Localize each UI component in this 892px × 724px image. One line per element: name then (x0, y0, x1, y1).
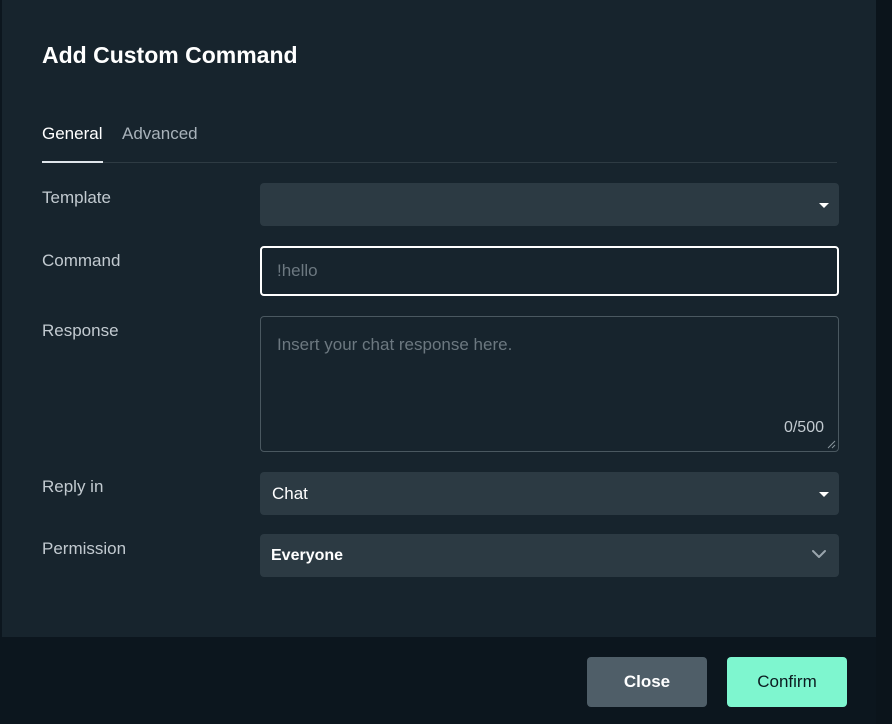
caret-down-icon (819, 492, 829, 497)
response-textarea[interactable] (261, 317, 838, 451)
reply-in-label: Reply in (42, 477, 104, 496)
tab-advanced[interactable]: Advanced (122, 124, 198, 144)
dialog-title: Add Custom Command (42, 42, 298, 68)
response-label: Response (42, 321, 119, 340)
add-command-dialog: Add Custom Command General Advanced Temp… (2, 0, 876, 724)
response-field: 0/500 (260, 316, 839, 452)
command-label: Command (42, 251, 121, 270)
reply-in-select[interactable]: Chat (260, 472, 839, 515)
permission-select[interactable]: Everyone (260, 534, 839, 577)
command-input[interactable] (260, 246, 839, 296)
resize-handle-icon[interactable] (827, 440, 836, 449)
permission-label: Permission (42, 539, 127, 558)
confirm-button[interactable]: Confirm (727, 657, 847, 707)
reply-in-select-value: Chat (272, 484, 308, 503)
chevron-down-icon (812, 550, 826, 558)
background-edge (876, 0, 892, 724)
permission-select-value: Everyone (271, 547, 344, 564)
active-tab-indicator (42, 161, 103, 163)
character-counter: 0/500 (783, 419, 824, 436)
close-button[interactable]: Close (587, 657, 707, 707)
caret-down-icon (819, 203, 829, 208)
tab-general[interactable]: General (42, 124, 102, 144)
template-label: Template (42, 188, 111, 207)
template-select[interactable] (260, 183, 839, 226)
tab-bar: General Advanced (42, 120, 837, 163)
